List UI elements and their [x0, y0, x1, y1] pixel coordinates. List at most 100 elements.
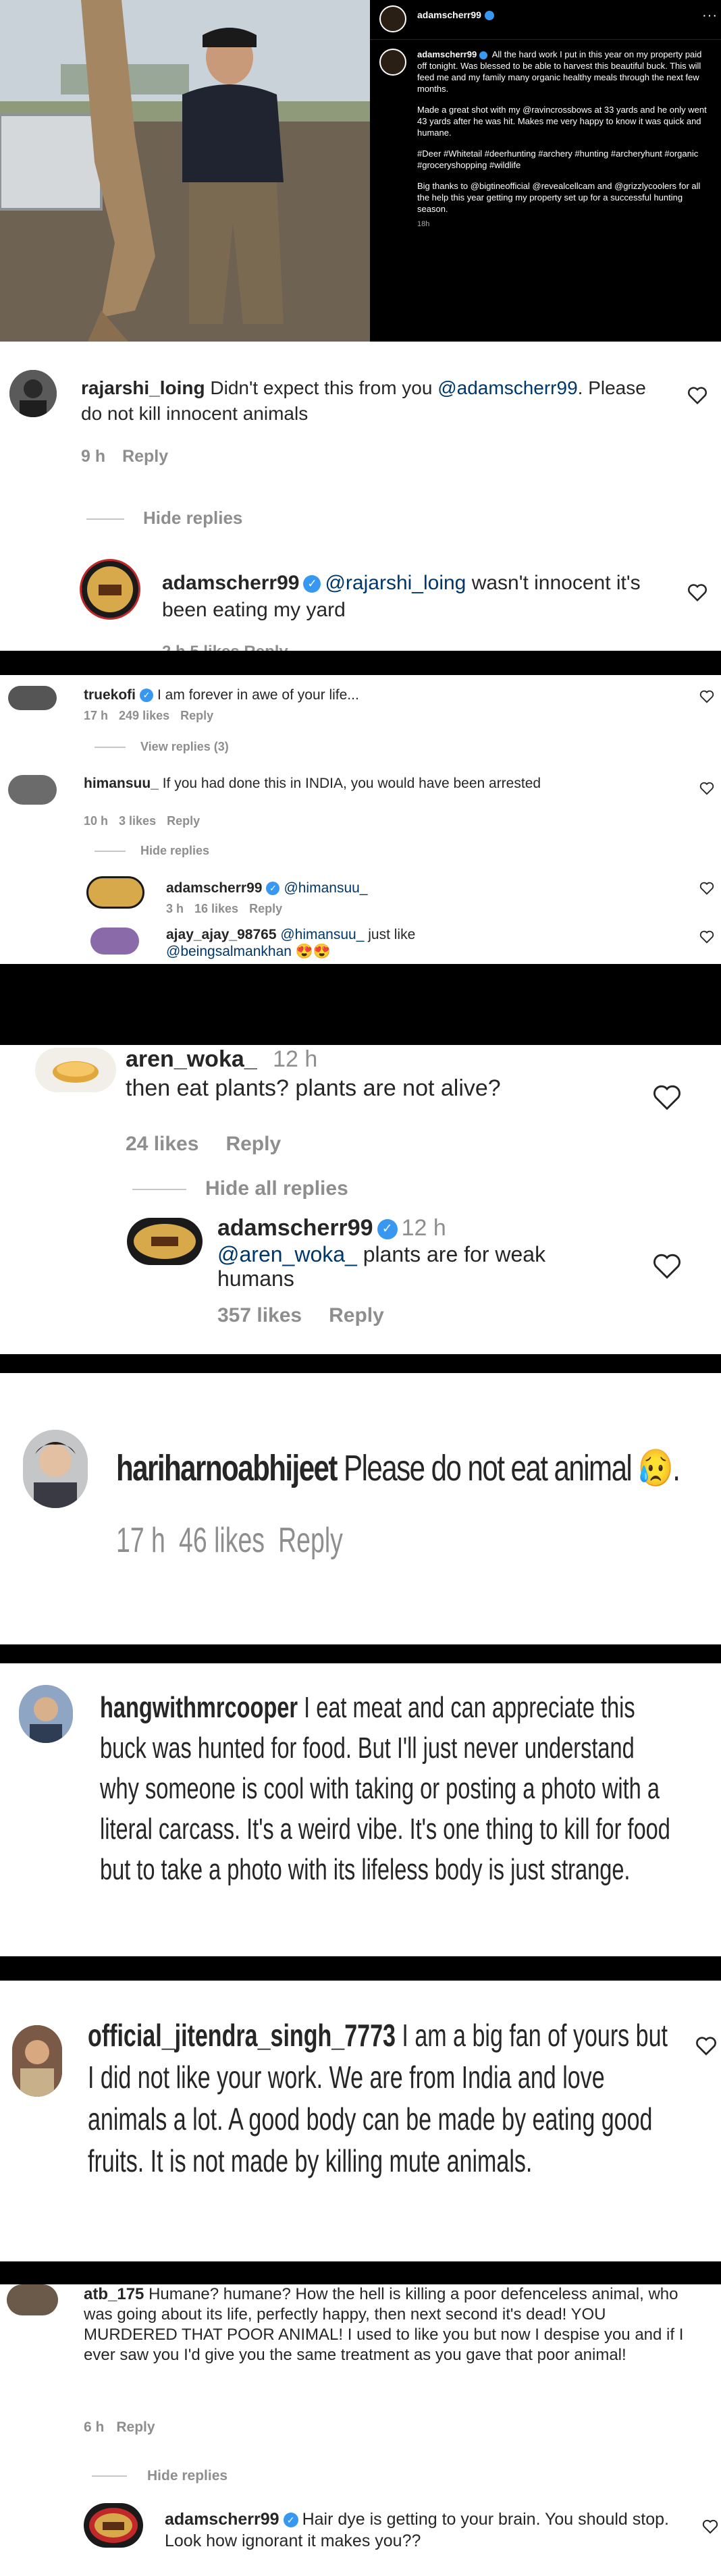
heart-icon[interactable]	[699, 882, 714, 895]
reply-username[interactable]: adamscherr99	[162, 572, 299, 594]
caption-text: Big thanks to @bigtineofficial @revealce…	[417, 181, 701, 214]
reply-username[interactable]: adamscherr99	[217, 1215, 373, 1241]
reply-button[interactable]: Reply	[116, 2419, 155, 2435]
mention-link[interactable]: @rajarshi_loing	[325, 572, 466, 594]
reply-text: adamscherr99 ✓ Hair dye is getting to your…	[165, 2510, 669, 2550]
post-caption: adamscherr99 All the hard work I put in …	[417, 49, 707, 230]
verified-icon: ✓	[377, 1219, 398, 1240]
avatar[interactable]	[90, 928, 139, 955]
heart-icon[interactable]	[702, 2519, 718, 2534]
heart-icon[interactable]	[699, 690, 714, 703]
comment-text: hariharnoabhijeet Please do not eat anim…	[116, 1448, 680, 1488]
post-panel: adamscherr99 ··· adamscherr99 All the ha…	[0, 0, 721, 342]
reply-username[interactable]: adamscherr99	[165, 2510, 279, 2529]
avatar[interactable]	[35, 1048, 116, 1092]
hide-replies-button[interactable]: Hide replies	[95, 844, 209, 858]
reply-username[interactable]: ajay_ajay_98765	[166, 927, 277, 942]
comment-panel: truekofi ✓ I am forever in awe of your lif…	[0, 675, 721, 964]
heart-icon[interactable]	[699, 930, 714, 944]
reply-button[interactable]: Reply	[278, 1521, 343, 1560]
comment-text: truekofi ✓ I am forever in awe of your lif…	[84, 687, 359, 703]
comment-text: hangwithmrcooper I eat meat and can appr…	[100, 1691, 670, 1886]
reply-meta: 3 h 16 likes Reply	[166, 902, 283, 915]
comment-username[interactable]: atb_175	[84, 2285, 144, 2303]
comment-panel: hariharnoabhijeet Please do not eat anim…	[0, 1373, 721, 1644]
view-replies-button[interactable]: View replies (3)	[95, 740, 229, 754]
heart-icon[interactable]	[699, 782, 714, 795]
comment-meta: 6 h Reply	[84, 2419, 155, 2435]
avatar[interactable]	[19, 1685, 73, 1743]
avatar[interactable]	[23, 1430, 88, 1508]
comment-panel: official_jitendra_singh_7773 I am a big …	[0, 1981, 721, 2261]
comment-username[interactable]: himansuu_	[84, 776, 159, 791]
reply-button[interactable]: Reply	[167, 814, 200, 828]
comment-username[interactable]: official_jitendra_singh_7773	[88, 2018, 396, 2053]
ellipsis-icon[interactable]: ···	[702, 8, 718, 24]
avatar[interactable]	[12, 2025, 62, 2097]
hide-replies-button[interactable]: Hide all replies	[132, 1177, 348, 1200]
separator	[0, 1354, 721, 1373]
hide-replies-button[interactable]: Hide replies	[86, 508, 242, 529]
mention-link[interactable]: @adamscherr99	[437, 377, 577, 398]
comment-username[interactable]: truekofi	[84, 687, 136, 703]
verified-icon: ✓	[303, 575, 321, 593]
verified-icon	[484, 11, 494, 21]
separator	[0, 964, 721, 1045]
comment-header: aren_woka_ 12 h	[126, 1046, 318, 1072]
avatar[interactable]	[7, 2284, 58, 2315]
reply-username[interactable]: adamscherr99	[166, 880, 262, 896]
separator	[0, 2261, 721, 2284]
heart-icon[interactable]	[651, 1253, 683, 1280]
comment-text: himansuu_ If you had done this in INDIA,…	[84, 776, 541, 791]
avatar[interactable]	[8, 686, 57, 710]
avatar[interactable]	[8, 775, 57, 805]
post-avatar[interactable]	[379, 5, 406, 32]
separator	[0, 1644, 721, 1663]
reply-text: adamscherr99 ✓ @rajarshi_loing wasn't inno…	[162, 572, 641, 621]
reply-button[interactable]: Reply	[249, 902, 282, 915]
mention-link[interactable]: @himansuu_	[284, 880, 367, 896]
post-username[interactable]: adamscherr99	[417, 9, 494, 21]
hide-replies-button[interactable]: Hide replies	[92, 2468, 228, 2484]
caption-avatar[interactable]	[379, 49, 406, 76]
comment-panel: atb_175 Humane? humane? How the hell is …	[0, 2284, 721, 2576]
separator	[0, 1956, 721, 1981]
avatar[interactable]	[80, 559, 140, 620]
sad-face-icon: 😥	[638, 1448, 673, 1488]
comment-meta: 17 h 249 likes Reply	[84, 709, 214, 722]
verified-icon: ✓	[283, 2513, 298, 2528]
comment-meta: 10 h3 likes Reply	[84, 814, 201, 828]
avatar[interactable]	[84, 2503, 143, 2548]
heart-icon[interactable]	[695, 2036, 717, 2056]
comment-username[interactable]: aren_woka_	[126, 1046, 257, 1072]
avatar[interactable]	[9, 370, 57, 417]
reply-button[interactable]: Reply	[122, 447, 168, 466]
reply-meta: 357 likes Reply	[217, 1304, 384, 1326]
comment-meta: 24 likes Reply	[126, 1133, 282, 1155]
caption-hashtags[interactable]: #Deer #Whitetail #deerhunting #archery #…	[417, 148, 707, 171]
verified-icon: ✓	[266, 882, 280, 896]
heart-icon[interactable]	[651, 1084, 683, 1111]
comment-username[interactable]: hangwithmrcooper	[100, 1691, 298, 1724]
separator	[0, 651, 721, 675]
reply-button[interactable]: Reply	[225, 1133, 281, 1155]
caption-time: 18h	[417, 220, 430, 228]
caption-username[interactable]: adamscherr99	[417, 49, 477, 59]
comment-username[interactable]: rajarshi_loing	[81, 377, 205, 398]
avatar[interactable]	[86, 876, 144, 909]
avatar[interactable]	[127, 1218, 203, 1265]
reply-meta: 2 h 5 likes Reply	[162, 643, 288, 651]
mention-link[interactable]: @himansuu_	[280, 927, 364, 942]
heart-icon[interactable]	[687, 583, 707, 602]
reply-button[interactable]: Reply	[329, 1304, 384, 1326]
comment-text: official_jitendra_singh_7773 I am a big …	[88, 2018, 668, 2178]
comment-text: atb_175 Humane? humane? How the hell is …	[84, 2285, 684, 2364]
comment-username[interactable]: hariharnoabhijeet	[116, 1448, 338, 1488]
comment-meta: 17 h 46 likes Reply	[116, 1521, 343, 1560]
divider	[370, 39, 721, 40]
mention-link[interactable]: @beingsalmankhan	[166, 944, 292, 959]
comment-panel: aren_woka_ 12 h then eat plants? plants …	[0, 1045, 721, 1354]
reply-button[interactable]: Reply	[180, 709, 213, 722]
mention-link[interactable]: @aren_woka_	[217, 1242, 357, 1266]
heart-icon[interactable]	[687, 386, 707, 405]
